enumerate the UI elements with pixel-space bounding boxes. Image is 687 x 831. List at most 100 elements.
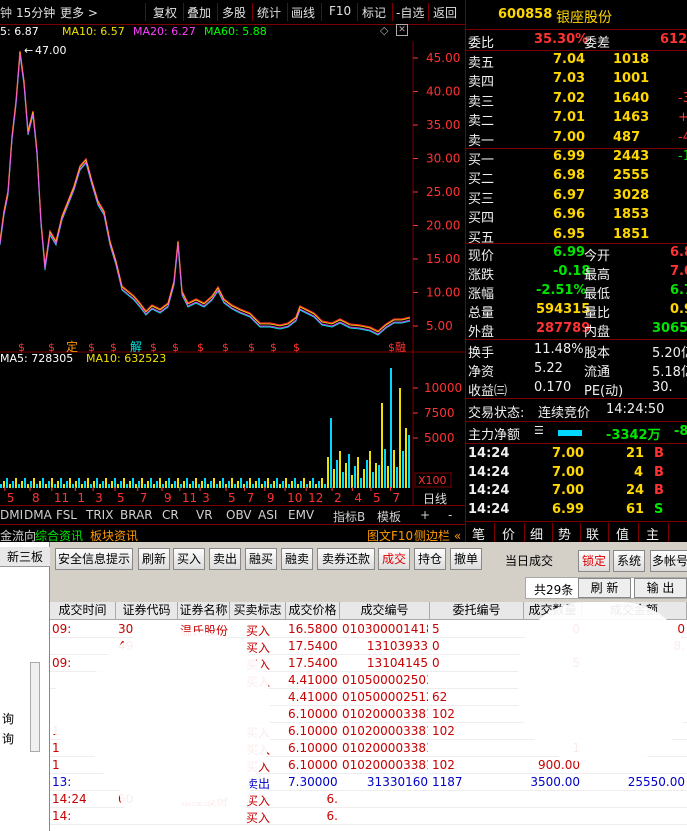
tick-time: 14:24 bbox=[468, 501, 510, 517]
ask-price[interactable]: 7.01 bbox=[553, 110, 585, 125]
quote-tab[interactable]: 价 bbox=[502, 524, 515, 542]
quote-tab[interactable]: 值 bbox=[616, 524, 629, 542]
quote-tab[interactable]: 笔 bbox=[472, 524, 485, 542]
tab-indicator-brar[interactable]: BRAR bbox=[120, 508, 153, 522]
multi-account-button[interactable]: 多帐号 bbox=[650, 550, 687, 572]
ask-price[interactable]: 7.02 bbox=[553, 91, 585, 106]
left-nav-item[interactable]: 询 bbox=[2, 730, 14, 747]
close-icon[interactable]: ✕ bbox=[396, 24, 408, 36]
trade-status: 连续竞价 bbox=[538, 406, 591, 421]
bid-price[interactable]: 6.96 bbox=[553, 207, 585, 222]
tab-new-third-board[interactable]: 新三板 bbox=[0, 547, 50, 567]
column-header[interactable]: 证券名称 bbox=[178, 602, 230, 620]
price-tick-label: 20.00 bbox=[426, 219, 460, 233]
lock-button[interactable]: 锁定 bbox=[578, 550, 610, 572]
column-header[interactable]: 证券代码 bbox=[116, 602, 178, 620]
zoom-in-button[interactable]: + bbox=[420, 508, 430, 522]
margin-buy-button[interactable]: 融买 bbox=[245, 548, 277, 570]
left-nav-item[interactable]: 询 bbox=[2, 710, 14, 727]
tab-indicator-obv[interactable]: OBV bbox=[226, 508, 252, 522]
zoom-out-button[interactable]: - bbox=[448, 508, 452, 522]
scrollbar[interactable] bbox=[30, 662, 40, 752]
back-button[interactable]: 返回 bbox=[433, 4, 457, 21]
cell-order: 0 bbox=[432, 639, 440, 653]
stat-value: 11.48% bbox=[534, 342, 584, 357]
column-header[interactable]: 委托编号 bbox=[430, 602, 524, 620]
peak-label: 47.00 bbox=[35, 44, 67, 57]
repay-button[interactable]: 卖券还款 bbox=[317, 548, 375, 570]
tab-indicator-emv[interactable]: EMV bbox=[288, 508, 314, 522]
f10-button[interactable]: F10 bbox=[329, 4, 351, 18]
bid-price[interactable]: 6.99 bbox=[553, 149, 585, 164]
draw-line-button[interactable]: 画线 bbox=[291, 4, 315, 21]
main-net-pct: -8 bbox=[674, 424, 687, 439]
tab-indicator-fsl[interactable]: FSL bbox=[56, 508, 77, 522]
cell-no: 0105000025127899 bbox=[342, 690, 428, 704]
stat-label: 股本 bbox=[584, 346, 611, 361]
sell-button[interactable]: 卖出 bbox=[209, 548, 241, 570]
refresh-grid-button[interactable]: 刷 新 bbox=[578, 578, 631, 598]
tab-indicator-asi[interactable]: ASI bbox=[258, 508, 277, 522]
stat-label: 最低 bbox=[584, 287, 611, 302]
stat-label: 现价 bbox=[468, 249, 495, 264]
stats-button[interactable]: 统计 bbox=[257, 4, 281, 21]
more-button[interactable]: 更多 > bbox=[60, 4, 98, 21]
stock-name: 银座股份 bbox=[556, 10, 612, 26]
cell-price: 17.54000000 bbox=[288, 656, 338, 670]
ask-price[interactable]: 7.03 bbox=[553, 71, 585, 86]
mark-button[interactable]: 标记 bbox=[362, 4, 386, 21]
daily-label[interactable]: 日线 bbox=[423, 492, 447, 505]
ask-price[interactable]: 7.00 bbox=[553, 130, 585, 145]
trades-button[interactable]: 成交 bbox=[378, 548, 410, 570]
column-header[interactable]: 成交价格 bbox=[286, 602, 340, 620]
export-button[interactable]: 输 出 bbox=[634, 578, 687, 598]
cell-order: 102 bbox=[432, 707, 455, 721]
time-tick-label: 7 bbox=[140, 491, 148, 505]
volume-legend: MA5: 728305 MA10: 632523 bbox=[0, 352, 415, 366]
tick-volume: 24 bbox=[626, 483, 645, 498]
quote-tab[interactable]: 细 bbox=[530, 524, 543, 542]
cancel-order-button[interactable]: 撤单 bbox=[450, 548, 482, 570]
cell-order: 5 bbox=[432, 622, 440, 636]
safety-info-button[interactable]: 安全信息提示 bbox=[55, 548, 133, 570]
system-button[interactable]: 系统 bbox=[613, 550, 645, 572]
bid-level-label: 买一 bbox=[468, 153, 495, 168]
kline-chart: 45.0040.0035.0030.0025.0020.0015.0010.00… bbox=[0, 41, 465, 505]
tab-template[interactable]: 模板 bbox=[377, 508, 401, 525]
tick-price: 7.00 bbox=[552, 464, 585, 480]
overlay-button[interactable]: 叠加 bbox=[187, 4, 211, 21]
margin-sell-button[interactable]: 融卖 bbox=[281, 548, 313, 570]
main-net-bar bbox=[558, 430, 582, 436]
quote-tab[interactable]: 联 bbox=[586, 524, 599, 542]
tick-volume: 4 bbox=[633, 464, 643, 480]
column-header[interactable]: 买卖标志 bbox=[230, 602, 286, 620]
watchlist-button[interactable]: -自选 bbox=[396, 4, 424, 21]
stat-label: 内盘 bbox=[584, 325, 611, 340]
bid-price[interactable]: 6.98 bbox=[553, 168, 585, 183]
diamond-icon[interactable]: ◇ bbox=[380, 24, 388, 37]
ask-price[interactable]: 7.04 bbox=[553, 52, 585, 67]
stat-label: 涨跌 bbox=[468, 268, 495, 283]
menu-icon[interactable]: ☰ bbox=[534, 424, 544, 437]
multi-stock-button[interactable]: 多股 bbox=[222, 4, 246, 21]
tab-indicator-cr[interactable]: CR bbox=[162, 508, 179, 522]
quote-panel: 600858 银座股份 委比 35.30% 委差 612 卖五 7.04 1018 卖四 7.03 1… bbox=[465, 0, 687, 542]
restore-button[interactable]: 复权 bbox=[153, 4, 177, 21]
quote-tab[interactable]: 势 bbox=[558, 524, 571, 542]
tab-indicator-dmi[interactable]: DMI bbox=[0, 508, 23, 522]
quote-tab[interactable]: 主 bbox=[646, 524, 659, 542]
column-header[interactable]: 成交时间 bbox=[50, 602, 116, 620]
tab-indicator-vr[interactable]: VR bbox=[196, 508, 213, 522]
bid-price[interactable]: 6.95 bbox=[553, 227, 585, 242]
buy-button[interactable]: 买入 bbox=[173, 548, 205, 570]
ask-volume: 1640 bbox=[613, 90, 650, 106]
positions-button[interactable]: 持仓 bbox=[414, 548, 446, 570]
tab-index-b[interactable]: 指标B bbox=[333, 508, 365, 525]
refresh-button[interactable]: 刷新 bbox=[138, 548, 170, 570]
bid-price[interactable]: 6.97 bbox=[553, 188, 585, 203]
tab-indicator-trix[interactable]: TRIX bbox=[86, 508, 113, 522]
tick-side: B bbox=[654, 483, 664, 498]
period-button[interactable]: 15分钟 bbox=[16, 4, 55, 21]
tab-indicator-dma[interactable]: DMA bbox=[24, 508, 52, 522]
column-header[interactable]: 成交编号 bbox=[340, 602, 430, 620]
